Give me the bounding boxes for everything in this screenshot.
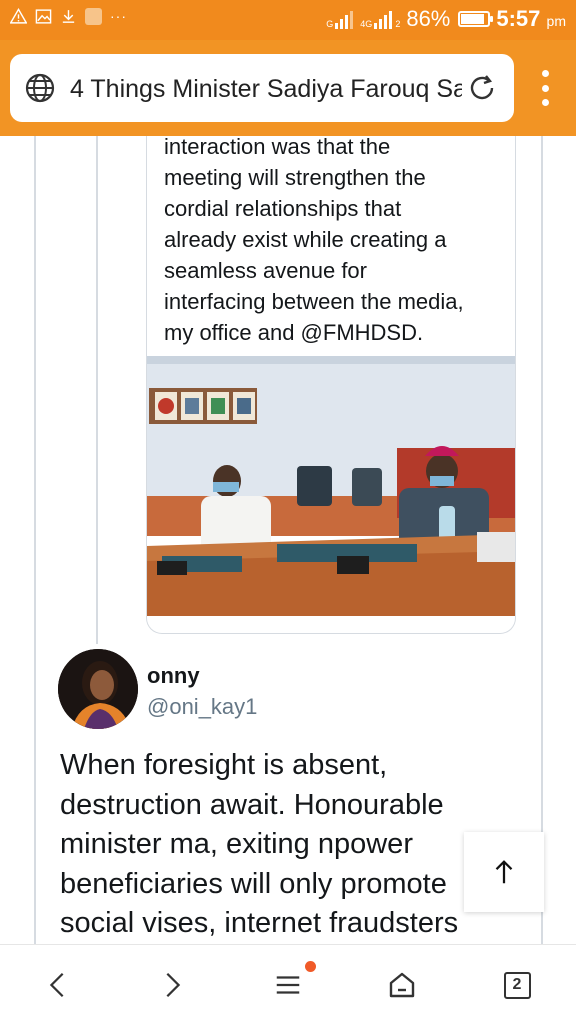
home-icon [389,972,415,998]
back-button[interactable] [38,965,78,1005]
tweet-text: When foresight is absent, destruction aw… [60,749,459,939]
system-status: G 4G 2 86% 5:57 pm [325,6,566,32]
thread-border-left [34,136,36,944]
arrow-up-icon [495,860,513,884]
menu-button[interactable] [268,965,308,1005]
scroll-to-top-button[interactable] [464,832,544,912]
notification-dot [305,961,316,972]
clock: 5:57 pm [496,6,566,31]
more-notifications-icon: ··· [110,8,127,24]
author-handle[interactable]: @oni_kay1 [147,694,257,720]
tab-count: 2 [503,971,531,999]
image-icon [35,8,52,25]
reload-icon[interactable] [466,72,498,104]
chevron-left-icon [49,972,64,998]
overflow-menu-icon[interactable] [535,70,555,106]
meeting-photo[interactable] [147,356,516,616]
app-square-icon [85,8,102,25]
quoted-tweet-card[interactable]: interaction was that the meeting will st… [146,136,516,634]
quote-thread-line [96,136,98,644]
signal-icon: G [325,9,354,29]
battery-icon [458,11,494,27]
download-icon [60,8,77,25]
forward-button[interactable] [152,965,192,1005]
signal-4g-icon: 4G 2 [359,9,400,29]
page-content: interaction was that the meeting will st… [0,136,576,944]
battery-percent: 86% [406,6,451,31]
home-button[interactable] [382,965,422,1005]
quoted-tweet-text: interaction was that the meeting will st… [164,136,464,345]
avatar[interactable] [58,649,138,729]
author-name[interactable]: onny [147,663,200,689]
chevron-right-icon [166,972,181,998]
hamburger-icon [276,976,300,994]
thread-border-right [541,136,543,944]
notification-icons: ··· [10,8,127,25]
page-title[interactable]: 4 Things Minister Sadiya Farouq Said [70,74,462,104]
globe-icon [24,72,56,104]
bottom-navigation: 2 [0,944,576,1024]
status-bar: ··· G 4G 2 86% 5:57 pm [0,0,576,40]
address-bar[interactable]: 4 Things Minister Sadiya Farouq Said [10,54,514,122]
tabs-button[interactable]: 2 [497,965,537,1005]
warning-icon [10,8,27,25]
browser-toolbar: 4 Things Minister Sadiya Farouq Said [0,40,576,136]
